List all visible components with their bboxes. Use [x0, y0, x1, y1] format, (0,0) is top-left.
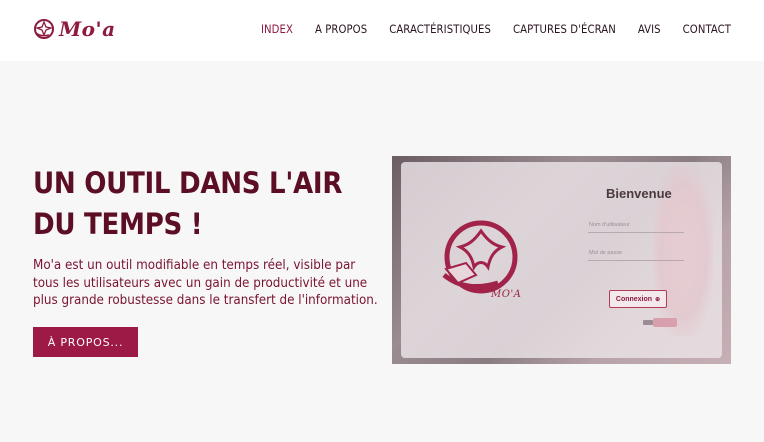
brand-logo[interactable]: Mo'a: [33, 17, 116, 41]
password-field: Mot de passe: [588, 248, 684, 261]
password-placeholder: Mot de passe: [589, 250, 623, 256]
login-title: Bienvenue: [606, 186, 672, 201]
nav-item-index[interactable]: INDEX: [261, 23, 293, 36]
username-field: Nom d'utilisateur: [588, 220, 684, 233]
moa-large-logo-icon: [442, 220, 518, 294]
moa-flower-logo-icon: [34, 19, 54, 39]
nav-item-avis[interactable]: AVIS: [638, 23, 661, 36]
app-screenshot: MO'A Bienvenue Nom d'utilisateur Mot de …: [392, 156, 731, 364]
site-header: Mo'a INDEX A PROPOS CARACTÉRISTIQUES CAP…: [0, 0, 764, 61]
about-button[interactable]: À PROPOS...: [33, 327, 138, 357]
screenshot-footer-logo: [653, 318, 677, 327]
nav-item-captures[interactable]: CAPTURES D'ÉCRAN: [513, 23, 616, 36]
screenshot-footer-mark: [643, 320, 653, 325]
nav-item-a-propos[interactable]: A PROPOS: [315, 23, 367, 36]
screenshot-logo-text: MO'A: [491, 289, 522, 300]
login-card: MO'A Bienvenue Nom d'utilisateur Mot de …: [401, 162, 722, 358]
username-placeholder: Nom d'utilisateur: [589, 222, 630, 228]
login-arrow-icon: ⊕: [655, 296, 661, 303]
nav-item-contact[interactable]: CONTACT: [683, 23, 731, 36]
login-button: Connexion ⊕: [609, 290, 667, 308]
main-nav: INDEX A PROPOS CARACTÉRISTIQUES CAPTURES…: [261, 23, 731, 36]
hero-title: UN OUTIL DANS L'AIR DU TEMPS !: [33, 166, 343, 241]
hero-description: Mo'a est un outil modifiable en temps ré…: [33, 258, 378, 308]
nav-item-caracteristiques[interactable]: CARACTÉRISTIQUES: [389, 23, 491, 36]
brand-name: Mo'a: [59, 17, 116, 41]
login-button-label: Connexion: [615, 295, 653, 303]
